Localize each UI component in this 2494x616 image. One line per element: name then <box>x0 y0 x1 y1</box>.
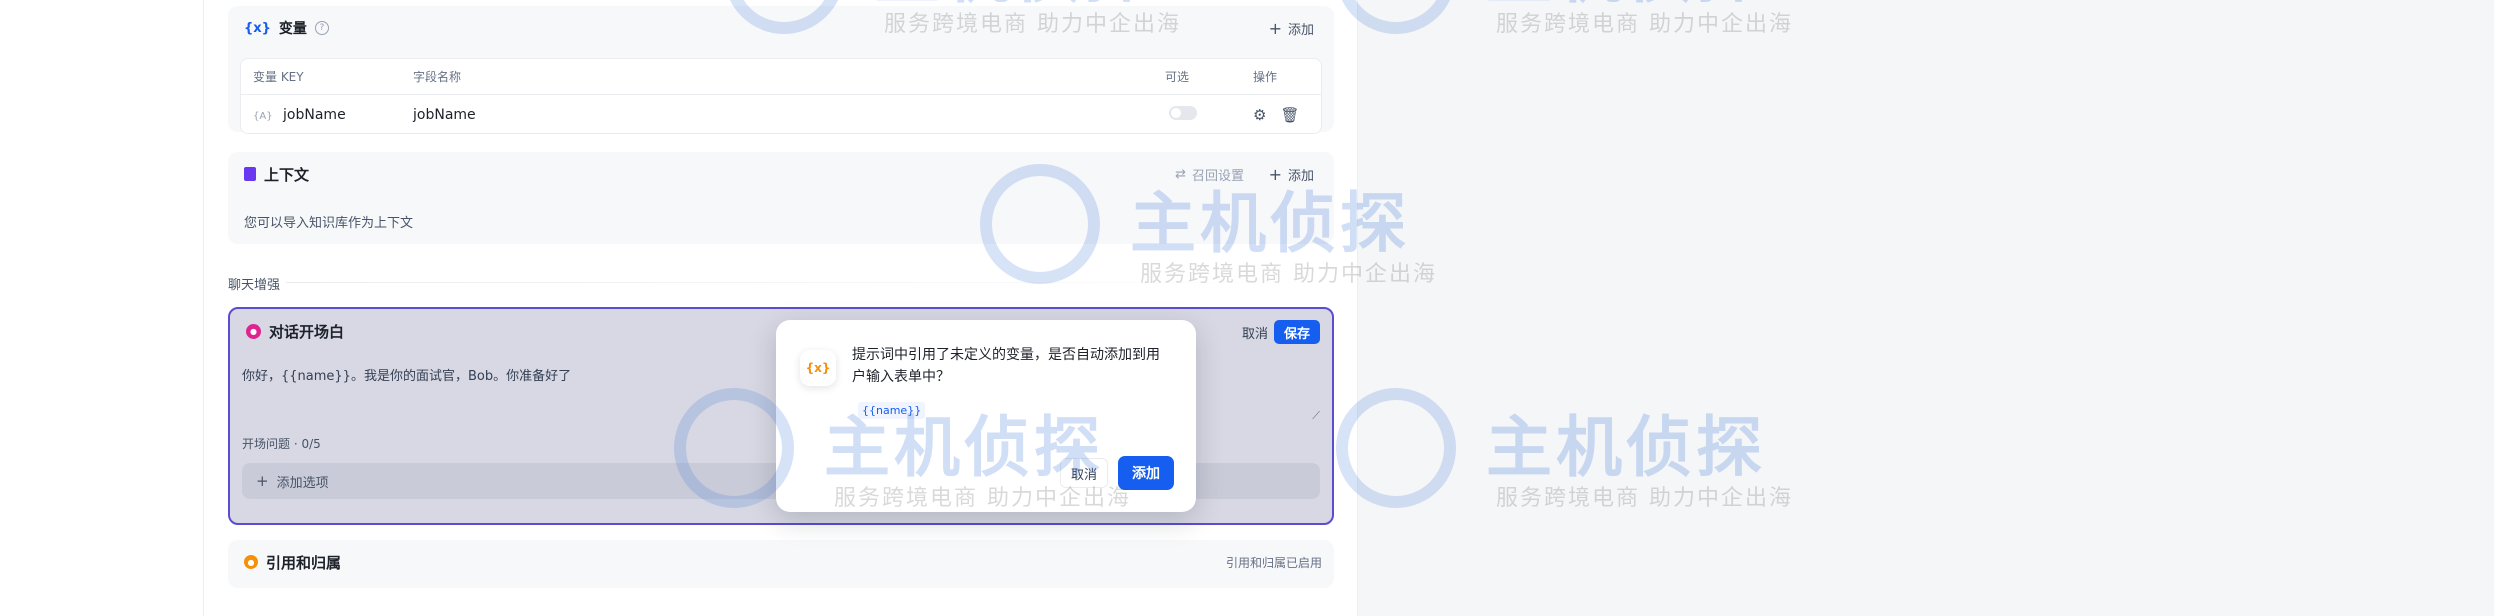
retrieval-settings-label: 召回设置 <box>1191 168 1244 184</box>
gear-icon[interactable]: ⚙ <box>1253 106 1266 124</box>
context-description: 您可以导入知识库作为上下文 <box>244 216 414 231</box>
dialog-message: 提示词中引用了未定义的变量，是否自动添加到用户输入表单中？ <box>852 347 1160 385</box>
variables-table: 变量 KEY 字段名称 可选 操作 {A} jobName jobName ⚙ … <box>240 58 1322 134</box>
document-icon <box>244 167 256 181</box>
add-variable-button[interactable]: + 添加 <box>1269 6 1314 50</box>
add-context-label: 添加 <box>1287 168 1314 184</box>
opening-textarea[interactable]: 你好，{{name}}。我是你的面试官，Bob。你准备好了 <box>242 365 802 384</box>
citation-card: ● 引用和归属 引用和归属已启用 <box>228 540 1334 588</box>
plus-icon: + <box>256 472 269 490</box>
watermark-sub: 服务跨境电商 助力中企出海 <box>1496 486 1793 511</box>
watermark: 主机侦探 服务跨境电商 助力中企出海 <box>1336 0 1876 74</box>
retrieval-settings-button[interactable]: ⇄ 召回设置 <box>1175 152 1244 196</box>
left-gutter <box>0 0 204 616</box>
add-context-button[interactable]: + 添加 <box>1269 152 1314 196</box>
trash-icon[interactable]: 🗑 <box>1280 106 1299 124</box>
row-actions: ⚙ 🗑 <box>1253 106 1300 124</box>
table-header: 变量 KEY 字段名称 可选 操作 <box>241 59 1321 95</box>
variable-icon: {x} <box>244 20 271 36</box>
opening-title: 对话开场白 <box>269 322 345 341</box>
help-icon[interactable]: ? <box>314 21 329 35</box>
plus-icon: + <box>1268 18 1282 38</box>
config-panel: {x} 变量 ? + 添加 变量 KEY 字段名称 可选 操作 {A} jobN… <box>204 0 1358 616</box>
resize-handle-icon[interactable]: ⟋ <box>1312 409 1320 423</box>
watermark-brand: 主机侦探 <box>1486 409 1766 486</box>
watermark: 主机侦探 服务跨境电商 助力中企出海 <box>1336 388 1876 548</box>
variables-card: {x} 变量 ? + 添加 变量 KEY 字段名称 可选 操作 {A} jobN… <box>228 6 1334 134</box>
add-variable-label: 添加 <box>1287 22 1314 38</box>
opening-save-button[interactable]: 保存 <box>1273 320 1320 344</box>
citation-title: 引用和归属 <box>266 553 342 572</box>
variables-title: 变量 <box>278 21 307 37</box>
watermark-brand: 主机侦探 <box>1486 0 1766 16</box>
opening-questions-label: 开场问题 · 0/5 <box>242 437 321 451</box>
chat-bubble-icon: ● <box>246 323 261 339</box>
divider <box>286 282 1334 283</box>
watermark-sub: 服务跨境电商 助力中企出海 <box>1496 12 1793 37</box>
variables-header: {x} 变量 ? <box>228 6 1334 50</box>
citation-status: 引用和归属已启用 <box>1225 555 1322 570</box>
settings-sliders-icon: ⇄ <box>1175 166 1186 182</box>
column-optional: 可选 <box>1165 70 1190 84</box>
dialog-add-button[interactable]: 添加 <box>1118 456 1174 490</box>
variable-icon: {x} <box>800 350 836 386</box>
column-key: 变量 KEY <box>253 70 304 84</box>
context-card: 上下文 ⇄ 召回设置 + 添加 您可以导入知识库作为上下文 <box>228 152 1334 244</box>
add-option-label: 添加选项 <box>276 475 329 491</box>
undefined-variable-dialog: {x} 提示词中引用了未定义的变量，是否自动添加到用户输入表单中？ {{name… <box>776 320 1196 512</box>
variable-name: jobName <box>413 107 476 123</box>
variable-key: {A} jobName <box>253 107 346 123</box>
plus-icon: + <box>1268 164 1282 184</box>
context-title: 上下文 <box>264 165 310 184</box>
opening-cancel-button[interactable]: 取消 <box>1242 323 1268 342</box>
text-type-icon: {A} <box>253 111 273 122</box>
column-ops: 操作 <box>1253 70 1278 84</box>
table-row: {A} jobName jobName ⚙ 🗑 <box>241 95 1321 135</box>
citation-icon: ● <box>244 555 258 569</box>
column-name: 字段名称 <box>413 70 462 84</box>
dialog-cancel-button[interactable]: 取消 <box>1060 458 1109 488</box>
chat-enhance-label: 聊天增强 <box>228 278 281 293</box>
context-header: 上下文 <box>228 152 1334 196</box>
dialog-variable-tag: {{name}} <box>858 402 926 419</box>
variable-key-text: jobName <box>283 107 346 123</box>
citation-header: ● 引用和归属 <box>228 540 1334 584</box>
optional-toggle[interactable] <box>1169 106 1197 124</box>
